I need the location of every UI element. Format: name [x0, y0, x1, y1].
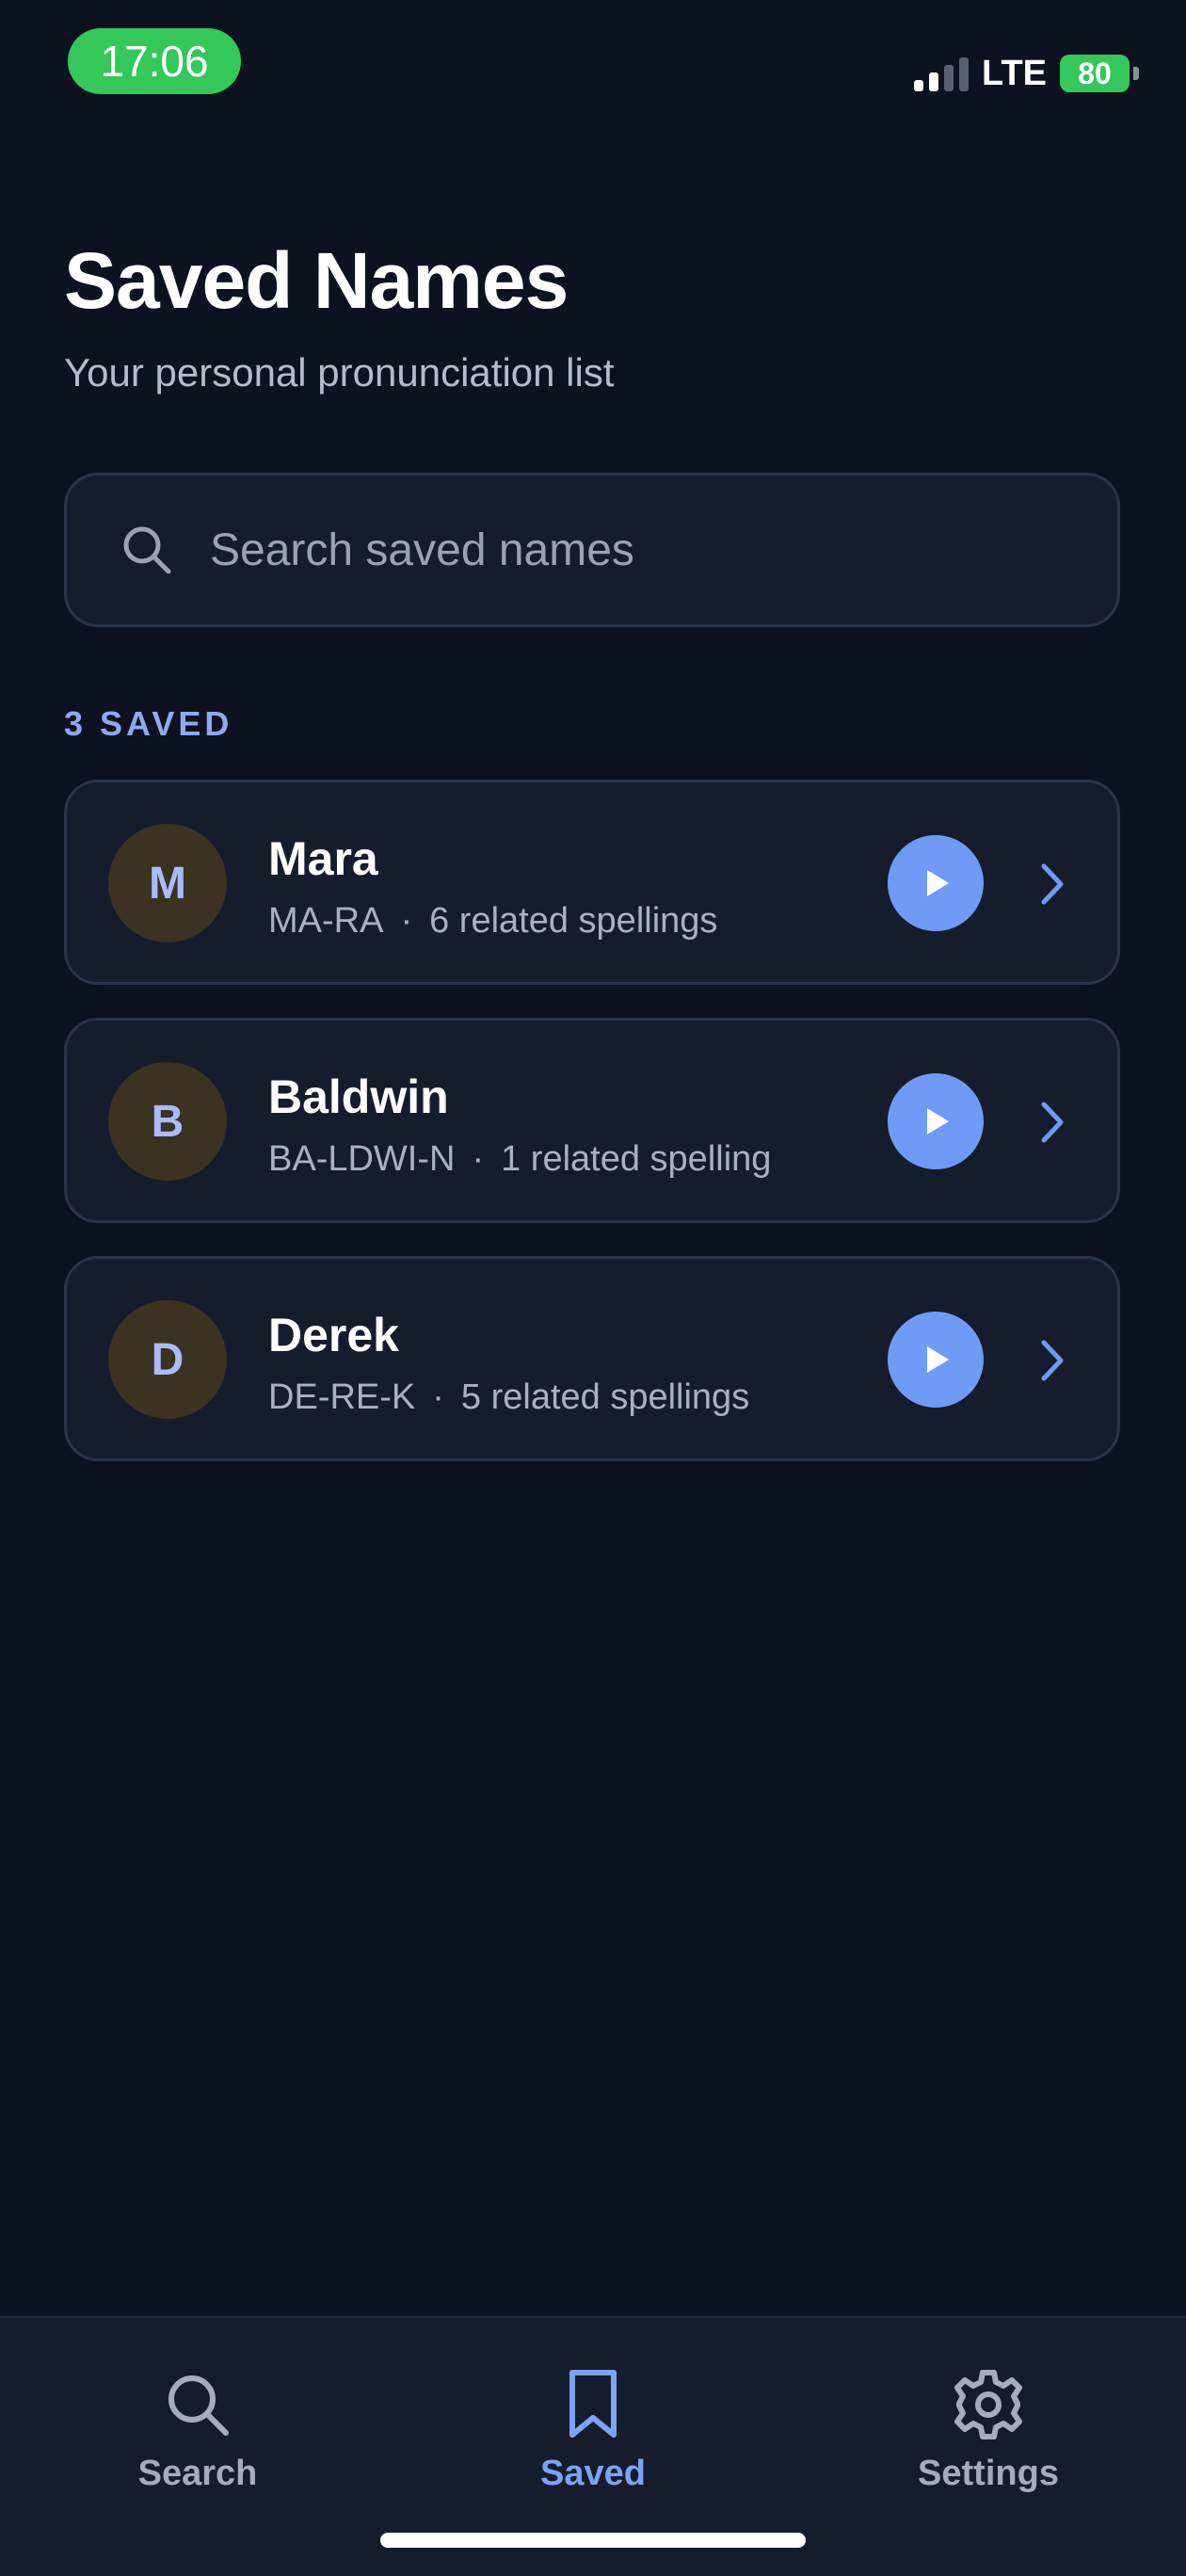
saved-name-card[interactable]: M Mara MA-RA · 6 related spellings	[64, 780, 1120, 985]
play-button[interactable]	[888, 1073, 984, 1169]
play-icon	[927, 1346, 949, 1373]
search-icon	[160, 2367, 235, 2442]
tab-settings[interactable]: Settings	[847, 2367, 1130, 2494]
chevron-right-icon[interactable]	[1023, 1330, 1080, 1391]
pronunciation: MA-RA	[268, 901, 384, 941]
related-spellings: 6 related spellings	[429, 901, 718, 941]
battery-tip	[1133, 67, 1139, 80]
status-time: 17:06	[68, 28, 241, 94]
play-button[interactable]	[888, 1312, 984, 1408]
name-meta: MA-RA · 6 related spellings	[268, 901, 717, 942]
name-meta: BA-LDWI-N · 1 related spelling	[268, 1139, 771, 1180]
saved-name-card[interactable]: D Derek DE-RE-K · 5 related spellings	[64, 1256, 1120, 1461]
play-icon	[927, 1108, 949, 1135]
saved-name-card[interactable]: B Baldwin BA-LDWI-N · 1 related spelling	[64, 1018, 1120, 1223]
search-input[interactable]	[208, 523, 1117, 577]
network-type: LTE	[982, 53, 1047, 93]
saved-count-label: 3 SAVED	[64, 704, 233, 743]
pronunciation: DE-RE-K	[268, 1377, 416, 1417]
status-bar: 17:06 LTE 80	[0, 0, 1186, 132]
chevron-right-icon[interactable]	[1023, 1092, 1080, 1152]
play-icon	[927, 870, 949, 896]
meta-separator: ·	[432, 1377, 444, 1417]
search-box[interactable]	[64, 473, 1120, 627]
home-indicator[interactable]	[380, 2533, 806, 2548]
bookmark-icon	[555, 2367, 631, 2442]
tab-label: Settings	[918, 2454, 1059, 2493]
status-indicators: LTE 80	[914, 53, 1139, 94]
page-subtitle: Your personal pronunciation list	[64, 350, 615, 394]
battery-level: 80	[1078, 56, 1112, 90]
meta-separator: ·	[472, 1139, 485, 1179]
avatar: M	[108, 824, 227, 942]
related-spellings: 1 related spelling	[501, 1139, 772, 1179]
tab-label: Saved	[540, 2454, 646, 2493]
chevron-right-icon[interactable]	[1023, 854, 1080, 914]
gear-icon	[951, 2367, 1026, 2442]
name-title: Derek	[268, 1309, 399, 1361]
tab-label: Search	[137, 2454, 258, 2493]
tab-search[interactable]: Search	[56, 2367, 339, 2494]
page-title: Saved Names	[64, 236, 569, 325]
avatar: B	[108, 1062, 227, 1181]
play-button[interactable]	[888, 835, 984, 931]
avatar: D	[108, 1300, 227, 1419]
name-title: Mara	[268, 832, 378, 885]
related-spellings: 5 related spellings	[460, 1377, 750, 1417]
battery-icon: 80	[1060, 55, 1130, 92]
tab-saved[interactable]: Saved	[452, 2367, 734, 2494]
signal-icon	[914, 56, 970, 91]
name-title: Baldwin	[268, 1071, 449, 1123]
meta-separator: ·	[400, 901, 413, 941]
search-icon	[120, 523, 174, 577]
pronunciation: BA-LDWI-N	[268, 1139, 456, 1179]
name-meta: DE-RE-K · 5 related spellings	[268, 1377, 749, 1418]
